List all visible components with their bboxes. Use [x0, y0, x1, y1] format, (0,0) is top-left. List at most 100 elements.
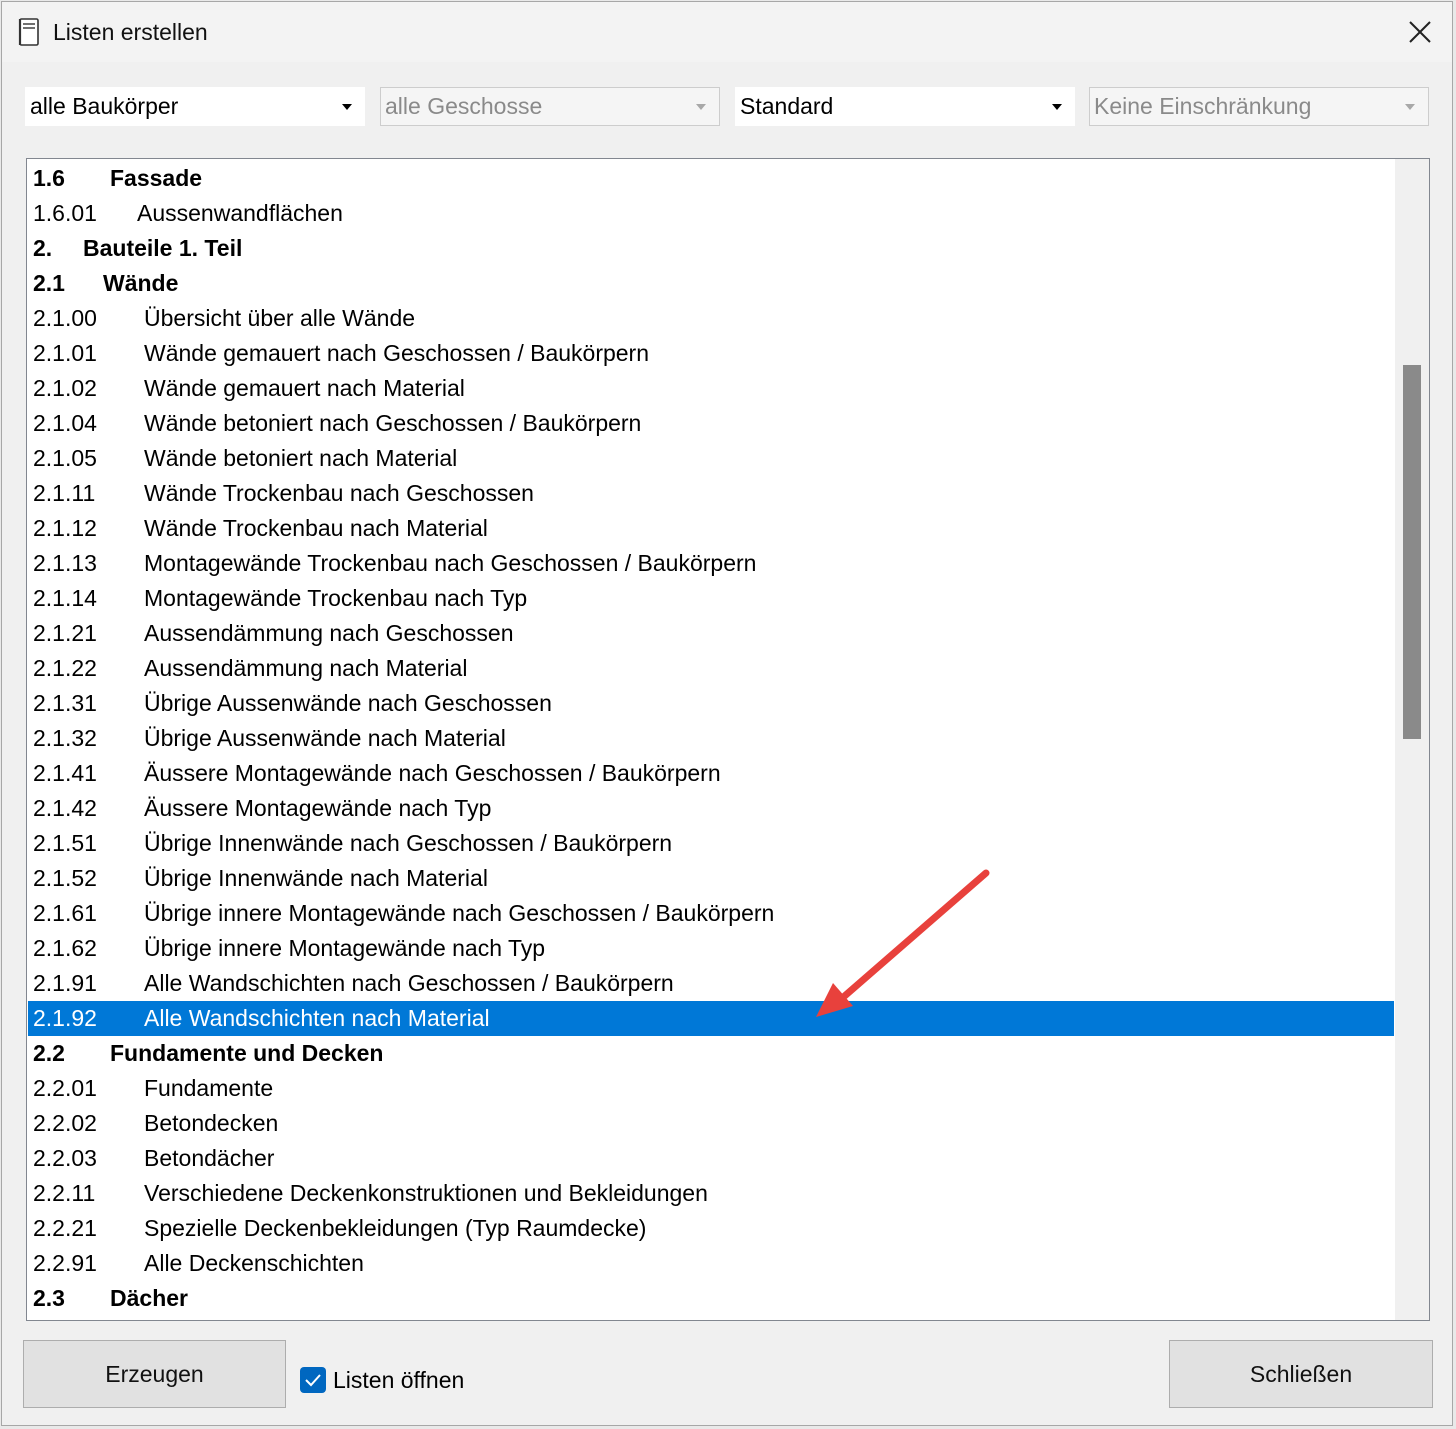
list-item-number: 2.1.00 — [33, 305, 97, 331]
list-item-label: Wände betoniert nach Geschossen / Baukör… — [144, 410, 642, 436]
list-item-number: 2.1.41 — [33, 760, 97, 786]
list-item-number: 2.2.11 — [33, 1180, 96, 1206]
list-item-label: Alle Wandschichten nach Material — [144, 1005, 490, 1031]
list-item-number: 2.1.01 — [33, 340, 97, 366]
list-item[interactable]: 2. Bauteile 1. Teil — [28, 231, 1394, 266]
list-item-number: 2.2.02 — [33, 1110, 97, 1136]
list-item-number: 2.2.01 — [33, 1075, 97, 1101]
list-item[interactable]: 1.6.01 Aussenwandflächen — [28, 196, 1394, 231]
list-item[interactable]: 2.2 Fundamente und Decken — [28, 1036, 1394, 1071]
standard-dropdown[interactable]: Standard — [735, 87, 1075, 126]
baukoerper-dropdown[interactable]: alle Baukörper — [25, 87, 365, 126]
list-item-label: Wände betoniert nach Material — [144, 445, 458, 471]
list-item[interactable]: 2.1.01 Wände gemauert nach Geschossen / B… — [28, 336, 1394, 371]
list-item[interactable]: 2.2.01 Fundamente — [28, 1071, 1394, 1106]
geschosse-dropdown[interactable]: alle Geschosse — [380, 87, 720, 126]
list-item-label: Dächer — [110, 1285, 188, 1311]
open-lists-checkbox[interactable]: Listen öffnen — [300, 1364, 464, 1396]
list-item-number: 2.1.42 — [33, 795, 97, 821]
list-item[interactable]: 2.1.02 Wände gemauert nach Material — [28, 371, 1394, 406]
list-item[interactable]: 2.1.52 Übrige Innenwände nach Material — [28, 861, 1394, 896]
list-item-label: Alle Wandschichten nach Geschossen / Bau… — [144, 970, 674, 996]
scrollbar-thumb[interactable] — [1403, 365, 1421, 739]
list-item[interactable]: 2.1.41 Äussere Montagewände nach Geschoss… — [28, 756, 1394, 791]
list-item[interactable]: 2.1.61 Übrige innere Montagewände nach Ge… — [28, 896, 1394, 931]
list-item-label: Übrige innere Montagewände nach Typ — [144, 935, 546, 961]
list-item-number: 2.1.14 — [33, 585, 97, 611]
list-item-number: 2.1.05 — [33, 445, 97, 471]
list-item-number: 2.2.91 — [33, 1250, 97, 1276]
list-item[interactable]: 2.1.04 Wände betoniert nach Geschossen / … — [28, 406, 1394, 441]
list-item-label: Wände gemauert nach Geschossen / Baukörp… — [144, 340, 650, 366]
chevron-down-icon — [329, 87, 365, 126]
list-item[interactable]: 2.1.42 Äussere Montagewände nach Typ — [28, 791, 1394, 826]
list-item[interactable]: 2.1.32 Übrige Aussenwände nach Material — [28, 721, 1394, 756]
list-item-label: Spezielle Deckenbekleidungen (Typ Raumde… — [144, 1215, 647, 1241]
list-item[interactable]: 2.1.22 Aussendämmung nach Material — [28, 651, 1394, 686]
chevron-down-icon — [683, 88, 719, 125]
list-item[interactable]: 2.2.02 Betondecken — [28, 1106, 1394, 1141]
list-item-label: Betondecken — [144, 1110, 279, 1136]
list-item-label: Fassade — [110, 165, 203, 191]
list-item-label: Wände gemauert nach Material — [144, 375, 465, 401]
list-item[interactable]: 2.2.21 Spezielle Deckenbekleidungen (Typ … — [28, 1211, 1394, 1246]
list-item[interactable]: 2.1.14 Montagewände Trockenbau nach Typ — [28, 581, 1394, 616]
list-item[interactable]: 2.2.03 Betondächer — [28, 1141, 1394, 1176]
list-box[interactable]: 1.6 Fassade 1.6.01 Aussenwandflächen 2. Baute… — [26, 158, 1430, 1321]
list-item[interactable]: 2.1.21 Aussendämmung nach Geschossen — [28, 616, 1394, 651]
list-item[interactable]: 2.1.00 Übersicht über alle Wände — [28, 301, 1394, 336]
list-item-number: 2.1.11 — [33, 480, 96, 506]
close-window-button[interactable] — [1388, 2, 1452, 62]
list-item-label: Fundamente und Decken — [110, 1040, 384, 1066]
list-item[interactable]: 2.1.51 Übrige Innenwände nach Geschossen … — [28, 826, 1394, 861]
list-item-number: 2.1.62 — [33, 935, 97, 961]
list-item[interactable]: 2.2.11 Verschiedene Deckenkonstruktionen … — [28, 1176, 1394, 1211]
list-item-number: 2.2.03 — [33, 1145, 97, 1171]
list-item-label: Montagewände Trockenbau nach Typ — [144, 585, 528, 611]
list-item-number: 2.2.21 — [33, 1215, 97, 1241]
list-item[interactable]: 1.6 Fassade — [28, 161, 1394, 196]
open-lists-label: Listen öffnen — [333, 1366, 465, 1393]
list-item-number: 2.1.52 — [33, 865, 97, 891]
vertical-scrollbar[interactable] — [1395, 159, 1429, 1320]
list-item[interactable]: 2.1.12 Wände Trockenbau nach Material — [28, 511, 1394, 546]
standard-value: Standard — [740, 93, 834, 119]
list-item[interactable]: 2.2.91 Alle Deckenschichten — [28, 1246, 1394, 1281]
list-item-label: Übrige Innenwände nach Material — [144, 865, 488, 891]
chevron-down-icon — [1392, 88, 1428, 125]
close-button[interactable]: Schließen — [1169, 1340, 1433, 1408]
list-item[interactable]: 2.1.05 Wände betoniert nach Material — [28, 441, 1394, 476]
list-item[interactable]: 2.1.91 Alle Wandschichten nach Geschossen… — [28, 966, 1394, 1001]
einschraenkung-dropdown[interactable]: Keine Einschränkung — [1089, 87, 1429, 126]
checkbox-checked-icon[interactable] — [300, 1367, 326, 1393]
list-item-number: 2. — [33, 235, 53, 261]
list-item-number: 2.1.31 — [33, 690, 97, 716]
list-item-number: 2.1.32 — [33, 725, 97, 751]
list-item-label: Wände — [103, 270, 179, 296]
list-item-number: 2.1.12 — [33, 515, 97, 541]
list-item[interactable]: 2.1.11 Wände Trockenbau nach Geschossen — [28, 476, 1394, 511]
close-button-label: Schließen — [1249, 1360, 1353, 1387]
list-item[interactable]: 2.1.31 Übrige Aussenwände nach Geschossen — [28, 686, 1394, 721]
list-item[interactable]: 2.1.13 Montagewände Trockenbau nach Gesch… — [28, 546, 1394, 581]
list-item[interactable]: 2.1 Wände — [28, 266, 1394, 301]
list-item-label: Verschiedene Deckenkonstruktionen und Be… — [144, 1180, 708, 1206]
list-item-label: Aussenwandflächen — [137, 200, 343, 226]
list-item-label: Betondächer — [144, 1145, 275, 1171]
list-item[interactable]: 2.1.62 Übrige innere Montagewände nach Ty… — [28, 931, 1394, 966]
list-item-label: Übrige Aussenwände nach Geschossen — [144, 690, 552, 716]
list-item-number: 2.1.21 — [33, 620, 97, 646]
list-item-label: Übrige Innenwände nach Geschossen / Bauk… — [144, 830, 673, 856]
list-item[interactable]: 2.3 Dächer — [28, 1281, 1394, 1316]
list-item-label: Fundamente — [144, 1075, 274, 1101]
list-item-number: 2.2 — [33, 1040, 65, 1066]
list-item-number: 2.1.92 — [33, 1005, 97, 1031]
list-item-label: Montagewände Trockenbau nach Geschossen … — [144, 550, 757, 576]
list-item-number: 1.6 — [33, 165, 65, 191]
list-item-label: Bauteile 1. Teil — [83, 235, 243, 261]
list-item[interactable]: 2.1.92 Alle Wandschichten nach Material — [28, 1001, 1394, 1036]
list-item-label: Äussere Montagewände nach Geschossen / B… — [144, 760, 721, 786]
list-rows: 1.6 Fassade 1.6.01 Aussenwandflächen 2. Baute… — [28, 161, 1394, 1316]
create-button[interactable]: Erzeugen — [23, 1340, 286, 1408]
list-item-number: 2.1 — [33, 270, 65, 296]
